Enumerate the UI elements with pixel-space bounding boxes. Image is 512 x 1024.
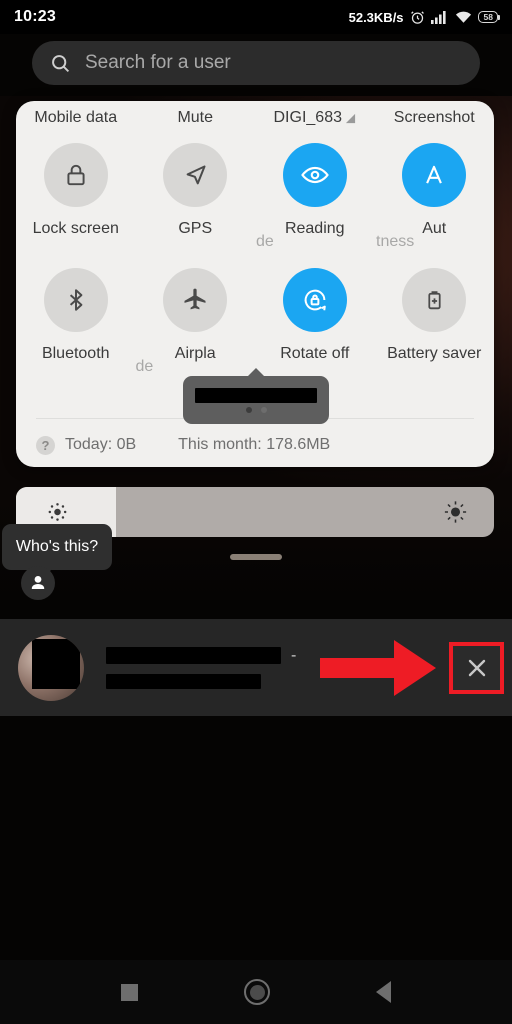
page-dot-active[interactable] — [245, 406, 252, 413]
close-icon[interactable] — [465, 656, 489, 680]
search-result-row[interactable]: - — [0, 619, 512, 716]
panel-drag-handle[interactable] — [230, 554, 282, 560]
account-circle-icon[interactable] — [21, 566, 55, 600]
usage-this-month: This month: 178.6MB — [178, 436, 331, 453]
question-mark-icon[interactable]: ? — [36, 435, 55, 455]
qs-label-screenshot: Screenshot — [393, 109, 475, 126]
alarm-icon — [410, 10, 424, 24]
qs-tile-label: Airpla — [174, 345, 216, 362]
qs-tile-lock-screen[interactable]: Lock screen — [16, 143, 136, 238]
signal-triangle-icon — [345, 113, 356, 123]
qs-tile-auto-brightness[interactable]: Aut — [375, 143, 495, 238]
qs-tile-battery-saver[interactable]: Battery saver — [375, 268, 495, 363]
whos-this-tooltip: Who's this? — [2, 524, 112, 577]
signal-icon — [430, 11, 446, 24]
data-usage-bar[interactable]: ? Today: 0B This month: 178.6MB — [36, 431, 474, 459]
usage-today: Today: 0B — [65, 436, 137, 453]
bluetooth-icon — [69, 289, 83, 311]
qs-tile-label: Aut — [422, 220, 447, 237]
battery-saver-tile-circle[interactable] — [402, 268, 467, 332]
wifi-icon — [455, 11, 471, 23]
quick-settings-top-labels: Mobile data Mute DIGI_683 Screenshot — [16, 101, 494, 135]
eye-icon — [300, 166, 329, 184]
qs-label-mobile-data: Mobile data — [34, 109, 118, 126]
auto-brightness-tile-circle[interactable] — [402, 143, 467, 207]
person-glyph — [31, 576, 45, 589]
lock-icon — [67, 164, 85, 186]
phone-screen: 10:23 52.3KB/s 58 Search for a user Mobi… — [0, 0, 512, 1024]
qs-tile-bluetooth[interactable]: Bluetooth — [16, 268, 136, 363]
qs-tile-label: Reading — [284, 220, 345, 237]
rotate-lock-icon — [304, 289, 326, 311]
qs-tile-label: Battery saver — [387, 345, 482, 362]
avatar — [18, 634, 84, 701]
qs-tile-label: Bluetooth — [41, 345, 110, 362]
rotate-tile-circle[interactable] — [282, 268, 347, 332]
qs-tile-rotate-off[interactable]: Rotate off — [255, 268, 375, 363]
battery-icon: 58 — [477, 10, 501, 24]
qs-label-mute: Mute — [177, 109, 214, 126]
status-bar: 10:23 52.3KB/s 58 — [0, 0, 512, 34]
status-clock: 10:23 — [14, 8, 56, 25]
qs-tile-label: Rotate off — [280, 345, 350, 362]
tooltip-page-dots[interactable] — [245, 406, 267, 413]
reading-tile-circle[interactable] — [282, 143, 347, 207]
qs-tile-label: GPS — [178, 220, 213, 237]
network-speed-text: 52.3KB/s — [348, 9, 404, 25]
red-arrow-right-icon — [320, 639, 436, 696]
search-bar[interactable]: Search for a user — [32, 41, 480, 85]
close-button-highlight[interactable] — [449, 641, 504, 694]
location-arrow-icon — [186, 164, 206, 184]
redacted-name — [106, 647, 281, 664]
gps-tile-circle[interactable] — [163, 143, 228, 207]
navigation-bar — [0, 960, 512, 1024]
brightness-low-icon — [48, 503, 67, 521]
auto-brightness-a-icon — [426, 165, 443, 184]
battery-level: 58 — [483, 11, 493, 22]
status-icons: 52.3KB/s 58 — [348, 9, 501, 25]
name-separator: - — [291, 646, 297, 664]
red-arrow-annotation — [320, 639, 436, 696]
redacted-subtitle — [106, 673, 261, 689]
redacted-tooltip — [183, 368, 329, 424]
lock-tile-circle[interactable] — [43, 143, 108, 207]
qs-tile-label: Lock screen — [32, 220, 119, 237]
search-icon — [52, 54, 70, 72]
qs-tile-reading-mode[interactable]: Reading — [255, 143, 375, 238]
redacted-text-bar — [195, 387, 317, 403]
home-circle-icon[interactable] — [244, 979, 270, 1005]
battery-plus-icon — [428, 290, 441, 309]
airplane-icon — [184, 288, 206, 310]
quick-settings-row-2: Bluetooth Airpla Rotate off Battery save… — [16, 268, 494, 363]
page-dot[interactable] — [260, 406, 267, 413]
qs-label-wifi: DIGI_683 — [255, 109, 375, 127]
back-triangle-icon[interactable] — [376, 981, 391, 1003]
qs-tile-gps[interactable]: GPS — [136, 143, 256, 238]
qs-tile-airplane-mode[interactable]: Airpla — [136, 268, 256, 363]
bluetooth-tile-circle[interactable] — [43, 268, 108, 332]
airplane-tile-circle[interactable] — [163, 268, 228, 332]
quick-settings-row-1: Lock screen GPS Reading Aut — [16, 143, 494, 238]
search-input[interactable]: Search for a user — [85, 52, 231, 74]
avatar-redaction — [32, 638, 80, 689]
recents-square-icon[interactable] — [121, 983, 138, 1001]
whos-this-label: Who's this? — [15, 538, 99, 555]
brightness-high-icon — [444, 501, 467, 523]
